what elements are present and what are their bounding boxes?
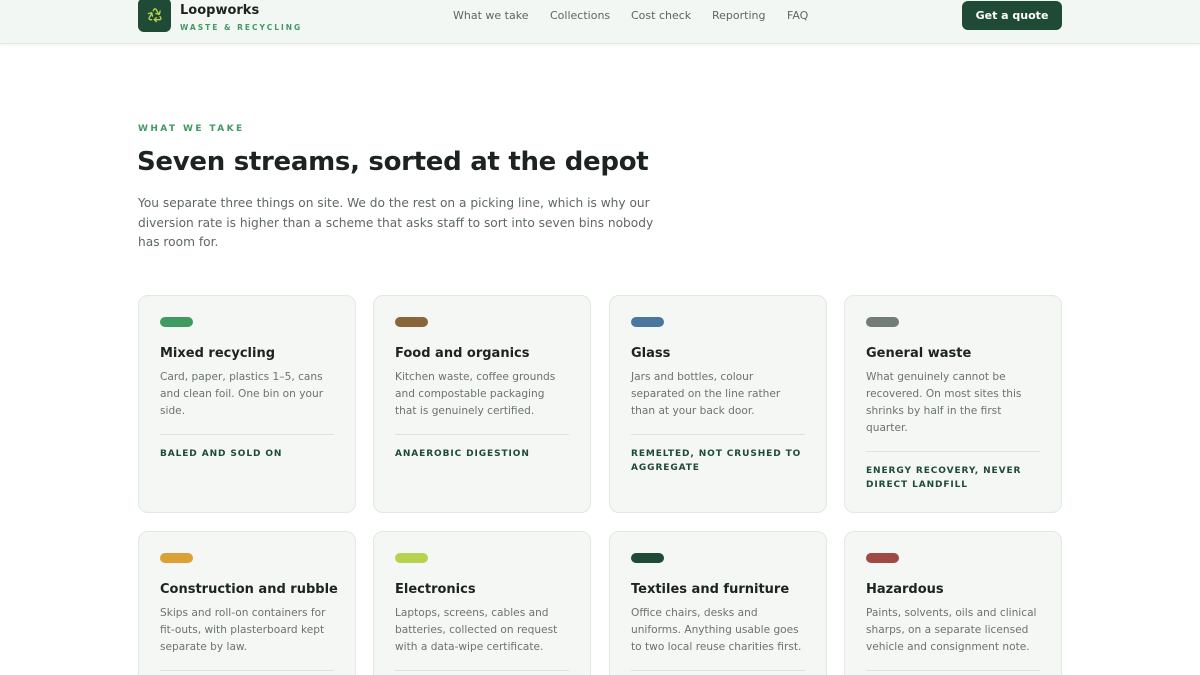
- nav-link-faq[interactable]: FAQ: [787, 9, 808, 22]
- stream-description: Card, paper, plastics 1–5, cans and clea…: [160, 371, 324, 417]
- get-a-quote-button[interactable]: Get a quote: [962, 1, 1062, 30]
- section-eyebrow: WHAT WE TAKE: [138, 124, 245, 134]
- stream-title: Food and organics: [395, 346, 530, 361]
- stream-color-marker: [395, 317, 428, 327]
- divider: [631, 434, 805, 435]
- stream-color-marker: [631, 317, 664, 327]
- divider: [395, 434, 569, 435]
- stream-description: Laptops, screens, cables and batteries, …: [395, 607, 558, 653]
- nav-link-collections[interactable]: Collections: [550, 9, 610, 22]
- stream-color-marker: [395, 553, 428, 563]
- stream-card-electronics: Electronics Laptops, screens, cables and…: [373, 531, 591, 675]
- nav-link-cost-check[interactable]: Cost check: [631, 9, 691, 22]
- stream-card-construction-and-rubble: Construction and rubble Skips and roll-o…: [138, 531, 356, 675]
- stream-title: General waste: [866, 346, 972, 361]
- stream-color-marker: [866, 317, 899, 327]
- brand-name[interactable]: Loopworks: [180, 3, 259, 18]
- brand-tagline: WASTE & RECYCLING: [180, 23, 303, 32]
- stream-outcome: Remelted, not crushed to aggregate: [631, 449, 802, 473]
- stream-outcome: Anaerobic digestion: [395, 449, 530, 459]
- divider: [866, 670, 1040, 671]
- stream-card-mixed-recycling: Mixed recycling Card, paper, plastics 1–…: [138, 295, 356, 513]
- stream-color-marker: [631, 553, 664, 563]
- stream-card-general-waste: General waste What genuinely cannot be r…: [844, 295, 1062, 513]
- section-title: Seven streams, sorted at the depot: [137, 147, 649, 177]
- stream-color-marker: [160, 553, 193, 563]
- stream-card-hazardous: Hazardous Paints, solvents, oils and cli…: [844, 531, 1062, 675]
- divider: [631, 670, 805, 671]
- site-header: Loopworks WASTE & RECYCLING What we take…: [0, 0, 1200, 44]
- stream-title: Glass: [631, 346, 671, 361]
- stream-color-marker: [160, 317, 193, 327]
- recycle-icon: [147, 8, 162, 23]
- stream-title: Construction and rubble: [160, 582, 338, 597]
- stream-title: Mixed recycling: [160, 346, 276, 361]
- stream-card-textiles-and-furniture: Textiles and furniture Office chairs, de…: [609, 531, 827, 675]
- stream-color-marker: [866, 553, 899, 563]
- nav-link-reporting[interactable]: Reporting: [712, 9, 765, 22]
- logo[interactable]: [138, 0, 171, 32]
- stream-outcome: Baled and sold on: [160, 449, 283, 459]
- divider: [395, 670, 569, 671]
- divider: [160, 670, 334, 671]
- stream-description: Office chairs, desks and uniforms. Anyth…: [631, 607, 802, 653]
- stream-description: Skips and roll-on containers for fit-out…: [160, 607, 326, 653]
- stream-description: Jars and bottles, colour separated on th…: [631, 371, 781, 417]
- stream-description: Paints, solvents, oils and clinical shar…: [866, 607, 1037, 653]
- divider: [160, 434, 334, 435]
- stream-card-food-and-organics: Food and organics Kitchen waste, coffee …: [373, 295, 591, 513]
- nav-link-what-we-take[interactable]: What we take: [453, 9, 528, 22]
- stream-title: Hazardous: [866, 582, 944, 597]
- stream-title: Textiles and furniture: [631, 582, 790, 597]
- section-intro: You separate three things on site. We do…: [138, 196, 654, 249]
- stream-outcome: Energy recovery, never direct landfill: [866, 466, 1022, 490]
- stream-description: What genuinely cannot be recovered. On m…: [866, 371, 1022, 434]
- stream-title: Electronics: [395, 582, 476, 597]
- stream-card-glass: Glass Jars and bottles, colour separated…: [609, 295, 827, 513]
- divider: [866, 451, 1040, 452]
- stream-description: Kitchen waste, coffee grounds and compos…: [395, 371, 556, 417]
